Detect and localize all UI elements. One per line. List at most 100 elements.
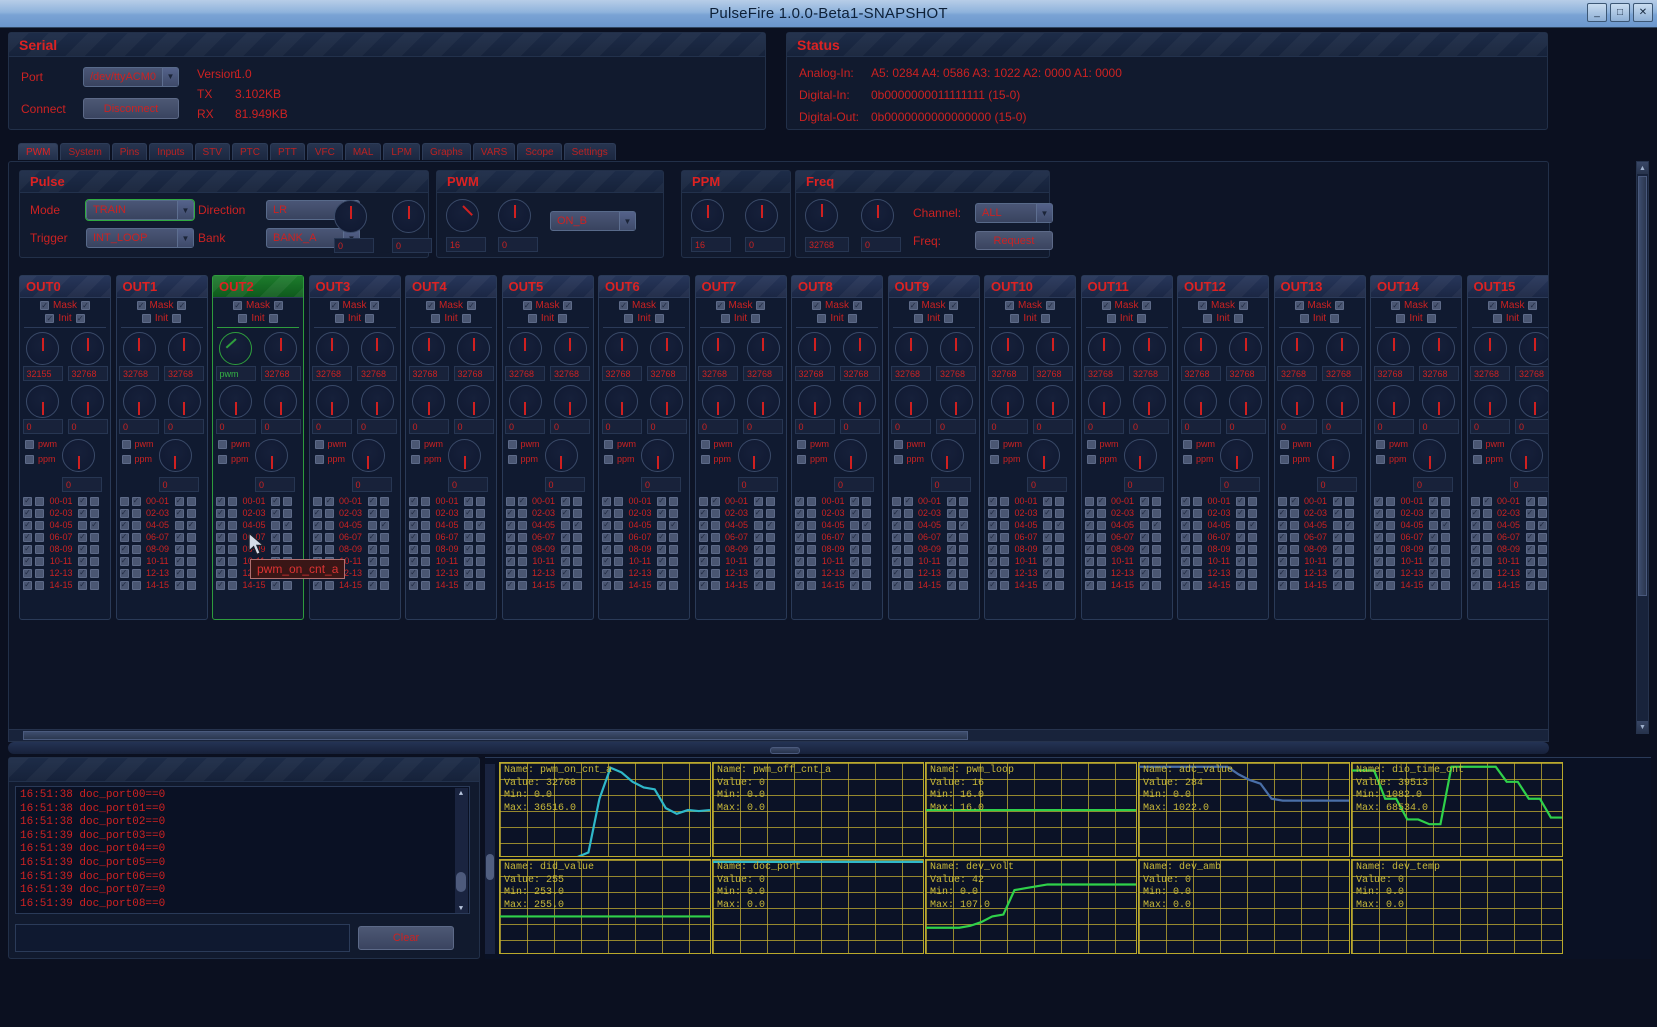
knob-off-cnt-a[interactable] [1281,385,1314,418]
bit-left-b-checkbox[interactable] [421,497,430,506]
bit-right-a-checkbox[interactable] [1429,545,1438,554]
bit-left-b-checkbox[interactable] [1290,545,1299,554]
bit-left-b-checkbox[interactable] [614,521,623,530]
bit-right-b-checkbox[interactable] [380,497,389,506]
bit-left-a-checkbox[interactable] [409,545,418,554]
freq-request-button[interactable]: Request [975,231,1053,250]
bit-left-a-checkbox[interactable] [1278,533,1287,542]
bit-right-b-checkbox[interactable] [187,521,196,530]
bit-right-a-checkbox[interactable] [1043,569,1052,578]
bit-left-b-checkbox[interactable] [1193,569,1202,578]
bit-right-b-checkbox[interactable] [476,533,485,542]
value-off-cnt-a[interactable]: 0 [988,419,1028,434]
bit-left-b-checkbox[interactable] [1000,557,1009,566]
pwm-toggle[interactable]: pwm [797,439,829,449]
knob-off-cnt-b[interactable] [1519,385,1550,418]
value-off-cnt-a[interactable]: 0 [1084,419,1124,434]
bit-right-a-checkbox[interactable] [1236,557,1245,566]
init-checkbox-b[interactable] [172,314,181,323]
bit-right-a-checkbox[interactable] [368,521,377,530]
bit-left-a-checkbox[interactable] [409,557,418,566]
bit-right-a-checkbox[interactable] [754,569,763,578]
init-checkbox-a[interactable] [624,314,633,323]
ppm-toggle[interactable]: ppm [411,454,443,464]
bit-left-a-checkbox[interactable] [795,581,804,590]
init-checkbox-b[interactable] [462,314,471,323]
pwm-checkbox[interactable] [604,440,613,449]
bit-left-a-checkbox[interactable] [699,581,708,590]
value-on-cnt-b[interactable]: 32768 [1515,366,1549,381]
bit-left-a-checkbox[interactable] [1471,533,1480,542]
bit-left-b-checkbox[interactable] [1290,509,1299,518]
bit-right-b-checkbox[interactable] [90,521,99,530]
bit-left-b-checkbox[interactable] [614,545,623,554]
bit-right-b-checkbox[interactable] [1345,521,1354,530]
bit-left-a-checkbox[interactable] [1181,557,1190,566]
bit-right-b-checkbox[interactable] [766,521,775,530]
bit-left-a-checkbox[interactable] [1085,581,1094,590]
bit-left-a-checkbox[interactable] [602,557,611,566]
ppm-checkbox[interactable] [990,455,999,464]
bit-left-a-checkbox[interactable] [409,569,418,578]
bit-right-a-checkbox[interactable] [1526,569,1535,578]
bit-left-a-checkbox[interactable] [23,533,32,542]
knob-ppm[interactable] [834,439,867,472]
bit-right-b-checkbox[interactable] [476,509,485,518]
bit-left-b-checkbox[interactable] [1386,533,1395,542]
knob-on-cnt-a[interactable] [219,332,252,365]
knob-on-cnt-b[interactable] [264,332,297,365]
bit-right-a-checkbox[interactable] [464,533,473,542]
bit-left-b-checkbox[interactable] [421,509,430,518]
bit-right-b-checkbox[interactable] [669,497,678,506]
ppm-toggle[interactable]: ppm [701,454,733,464]
pwm-toggle[interactable]: pwm [990,439,1022,449]
bit-right-a-checkbox[interactable] [175,569,184,578]
bit-right-b-checkbox[interactable] [1441,569,1450,578]
output-column-title[interactable]: OUT7 [696,276,786,298]
pwm-checkbox[interactable] [1183,440,1192,449]
knob-off-cnt-a[interactable] [412,385,445,418]
ppm-checkbox[interactable] [604,455,613,464]
bit-right-b-checkbox[interactable] [1248,569,1257,578]
tab-settings[interactable]: Settings [564,143,616,160]
knob-off-cnt-b[interactable] [361,385,394,418]
bit-right-a-checkbox[interactable] [78,497,87,506]
value-off-cnt-a[interactable]: 0 [505,419,545,434]
bit-right-a-checkbox[interactable] [561,497,570,506]
bit-left-b-checkbox[interactable] [1097,521,1106,530]
bit-left-a-checkbox[interactable] [313,545,322,554]
bit-left-a-checkbox[interactable] [409,509,418,518]
ppm-toggle[interactable]: ppm [1087,454,1119,464]
bit-right-b-checkbox[interactable] [1248,545,1257,554]
bit-left-a-checkbox[interactable] [892,509,901,518]
bit-left-a-checkbox[interactable] [1085,569,1094,578]
bit-right-a-checkbox[interactable] [850,497,859,506]
bit-right-a-checkbox[interactable] [368,509,377,518]
bit-right-a-checkbox[interactable] [947,569,956,578]
value-on-cnt-b[interactable]: 32768 [1226,366,1266,381]
bit-right-b-checkbox[interactable] [573,509,582,518]
bit-right-b-checkbox[interactable] [573,533,582,542]
tab-vfc[interactable]: VFC [307,143,343,160]
mask-checkbox-b[interactable] [370,301,379,310]
bit-right-b-checkbox[interactable] [283,521,292,530]
bit-left-b-checkbox[interactable] [1483,533,1492,542]
knob-ppm[interactable] [62,439,95,472]
freq-channel-select[interactable]: ALL ▼ [975,203,1053,223]
bit-left-b-checkbox[interactable] [1097,545,1106,554]
pwm-toggle[interactable]: pwm [315,439,347,449]
ppm-toggle[interactable]: ppm [1473,454,1505,464]
bit-left-b-checkbox[interactable] [1193,581,1202,590]
bit-left-a-checkbox[interactable] [1085,509,1094,518]
bit-left-b-checkbox[interactable] [325,533,334,542]
bit-right-b-checkbox[interactable] [862,581,871,590]
pwm-toggle[interactable]: pwm [411,439,443,449]
bit-right-a-checkbox[interactable] [657,533,666,542]
bit-right-a-checkbox[interactable] [175,497,184,506]
init-checkbox-b[interactable] [1523,314,1532,323]
bit-right-a-checkbox[interactable] [1236,569,1245,578]
bit-right-b-checkbox[interactable] [573,521,582,530]
bit-left-b-checkbox[interactable] [1000,533,1009,542]
output-column-title[interactable]: OUT0 [20,276,110,298]
bit-left-a-checkbox[interactable] [795,521,804,530]
